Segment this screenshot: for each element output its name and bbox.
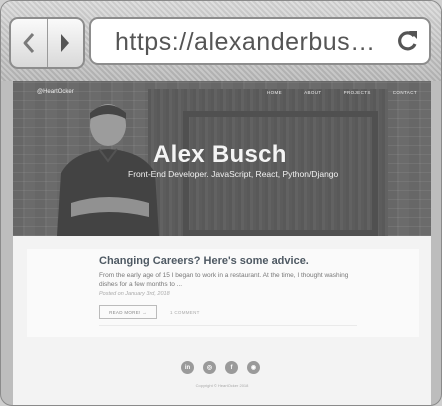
hero-name: Alex Busch xyxy=(153,141,287,168)
read-more-button[interactable]: READ MORE! → xyxy=(99,305,157,319)
hero-subtitle: Front-End Developer. JavaScript, React, … xyxy=(128,169,339,179)
browser-toolbar: https://alexanderbusc… xyxy=(1,1,441,81)
nav-buttons xyxy=(9,17,85,69)
web-page: @HeartOcker HOME ABOUT PROJECTS CONTACT … xyxy=(13,81,431,405)
facebook-icon[interactable]: f xyxy=(225,361,238,374)
reload-icon[interactable] xyxy=(395,28,421,54)
top-nav: HOME ABOUT PROJECTS CONTACT xyxy=(267,90,417,95)
nav-projects[interactable]: PROJECTS xyxy=(344,90,371,95)
browser-window: https://alexanderbusc… @HeartOcker HOME xyxy=(0,0,442,406)
blog-post-card: Changing Careers? Here's some advice. Fr… xyxy=(27,249,419,337)
url-text: https://alexanderbusc… xyxy=(115,28,385,56)
chevron-right-icon xyxy=(61,34,70,52)
linkedin-icon[interactable]: in xyxy=(181,361,194,374)
nav-home[interactable]: HOME xyxy=(267,90,282,95)
post-title[interactable]: Changing Careers? Here's some advice. xyxy=(99,255,309,267)
nav-contact[interactable]: CONTACT xyxy=(393,90,417,95)
back-button[interactable] xyxy=(11,19,47,67)
chevron-left-icon xyxy=(23,33,34,53)
post-excerpt: From the early age of 15 I began to work… xyxy=(99,272,349,288)
instagram-icon[interactable]: ◎ xyxy=(203,361,216,374)
nav-about[interactable]: ABOUT xyxy=(304,90,322,95)
hero-banner: @HeartOcker HOME ABOUT PROJECTS CONTACT … xyxy=(13,81,431,236)
divider xyxy=(99,325,357,326)
forward-button[interactable] xyxy=(46,19,84,67)
site-brand[interactable]: @HeartOcker xyxy=(37,89,74,95)
post-date: Posted on January 3rd, 2018 xyxy=(99,291,170,297)
address-bar[interactable]: https://alexanderbusc… xyxy=(89,17,431,65)
github-icon[interactable]: ◉ xyxy=(247,361,260,374)
copyright-text: Copyright © HeartOcker 2018 xyxy=(195,383,249,388)
comments-link[interactable]: 1 COMMENT xyxy=(170,310,200,315)
social-links: in ◎ f ◉ xyxy=(181,361,260,374)
